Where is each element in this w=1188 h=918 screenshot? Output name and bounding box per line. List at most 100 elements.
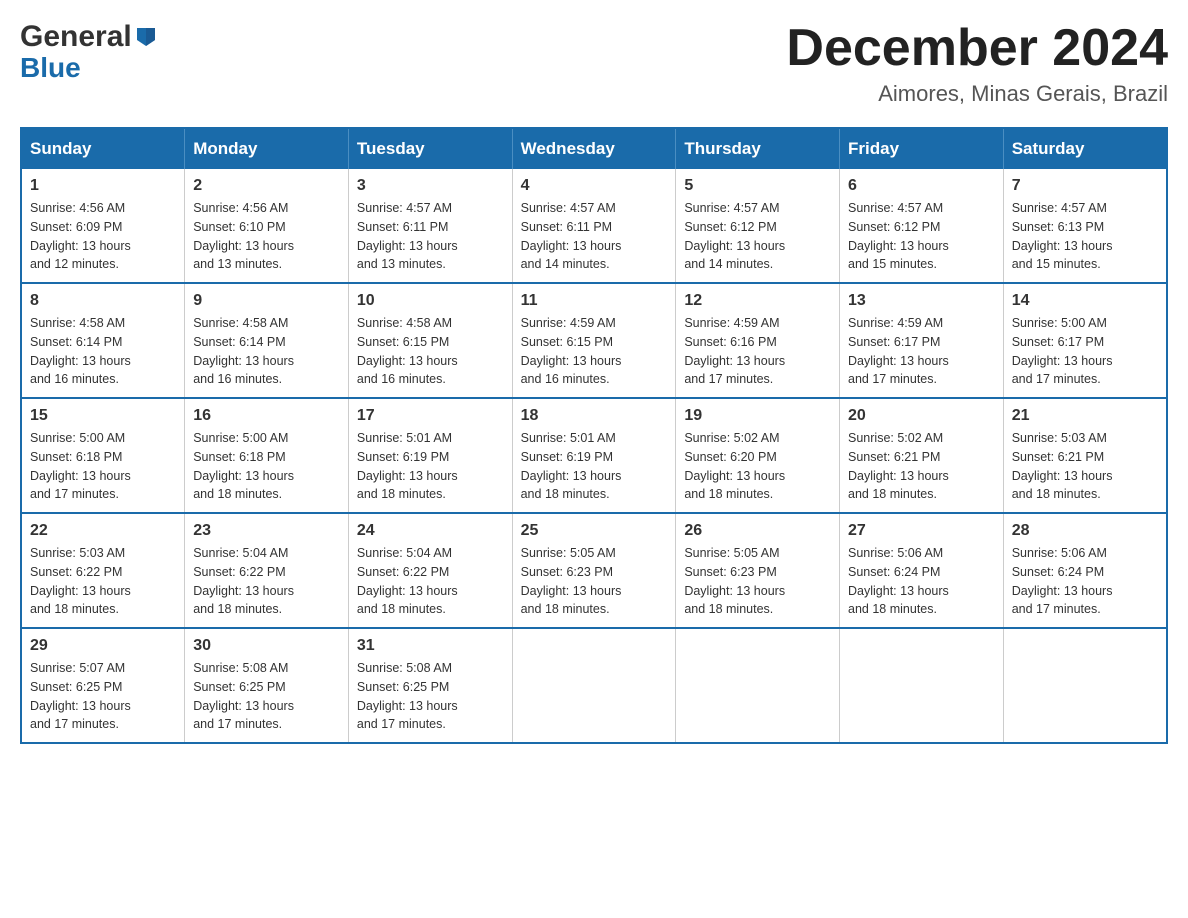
day-info: Sunrise: 5:00 AMSunset: 6:18 PMDaylight:… [30,429,176,504]
day-info: Sunrise: 5:06 AMSunset: 6:24 PMDaylight:… [848,544,995,619]
calendar-header-thursday: Thursday [676,128,840,169]
calendar-cell: 5 Sunrise: 4:57 AMSunset: 6:12 PMDaylight… [676,169,840,283]
day-info: Sunrise: 5:04 AMSunset: 6:22 PMDaylight:… [357,544,504,619]
calendar-cell: 9Sunrise: 4:58 AMSunset: 6:14 PMDaylight… [185,283,349,398]
day-number: 28 [1012,522,1158,540]
calendar-cell: 6 Sunrise: 4:57 AMSunset: 6:12 PMDaylight… [840,169,1004,283]
day-info: Sunrise: 4:58 AMSunset: 6:15 PMDaylight:… [357,314,504,389]
day-number: 6 [848,177,995,195]
day-number: 20 [848,407,995,425]
calendar-header-monday: Monday [185,128,349,169]
calendar-cell: 28 Sunrise: 5:06 AMSunset: 6:24 PMDayligh… [1003,513,1167,628]
day-number: 2 [193,177,340,195]
day-number: 12 [684,292,831,310]
calendar-cell [676,628,840,743]
day-number: 14 [1012,292,1158,310]
calendar-cell: 11 Sunrise: 4:59 AMSunset: 6:15 PMDayligh… [512,283,676,398]
calendar-cell: 18 Sunrise: 5:01 AMSunset: 6:19 PMDayligh… [512,398,676,513]
day-info: Sunrise: 4:59 AMSunset: 6:17 PMDaylight:… [848,314,995,389]
calendar-cell: 12 Sunrise: 4:59 AMSunset: 6:16 PMDayligh… [676,283,840,398]
day-number: 8 [30,292,176,310]
logo-blue-text: Blue [20,52,81,83]
calendar-cell: 8Sunrise: 4:58 AMSunset: 6:14 PMDaylight… [21,283,185,398]
day-info: Sunrise: 5:00 AMSunset: 6:17 PMDaylight:… [1012,314,1158,389]
calendar-cell: 27Sunrise: 5:06 AMSunset: 6:24 PMDayligh… [840,513,1004,628]
calendar-cell: 3Sunrise: 4:57 AMSunset: 6:11 PMDaylight… [348,169,512,283]
calendar-cell: 31 Sunrise: 5:08 AMSunset: 6:25 PMDayligh… [348,628,512,743]
calendar-week-5: 29 Sunrise: 5:07 AMSunset: 6:25 PMDayligh… [21,628,1167,743]
day-info: Sunrise: 4:59 AMSunset: 6:16 PMDaylight:… [684,314,831,389]
day-info: Sunrise: 5:03 AMSunset: 6:21 PMDaylight:… [1012,429,1158,504]
day-number: 4 [521,177,668,195]
day-number: 9 [193,292,340,310]
calendar-cell: 26Sunrise: 5:05 AMSunset: 6:23 PMDayligh… [676,513,840,628]
day-info: Sunrise: 4:57 AMSunset: 6:11 PMDaylight:… [521,199,668,274]
calendar-header-sunday: Sunday [21,128,185,169]
calendar-cell: 15 Sunrise: 5:00 AMSunset: 6:18 PMDayligh… [21,398,185,513]
day-info: Sunrise: 5:01 AMSunset: 6:19 PMDaylight:… [357,429,504,504]
calendar-cell: 10Sunrise: 4:58 AMSunset: 6:15 PMDayligh… [348,283,512,398]
title-section: December 2024 Aimores, Minas Gerais, Bra… [786,20,1168,107]
calendar-cell: 13 Sunrise: 4:59 AMSunset: 6:17 PMDayligh… [840,283,1004,398]
calendar-cell [512,628,676,743]
calendar-cell: 16 Sunrise: 5:00 AMSunset: 6:18 PMDayligh… [185,398,349,513]
day-number: 29 [30,637,176,655]
calendar-cell: 24 Sunrise: 5:04 AMSunset: 6:22 PMDayligh… [348,513,512,628]
calendar-cell [840,628,1004,743]
day-number: 15 [30,407,176,425]
calendar-header-tuesday: Tuesday [348,128,512,169]
calendar-cell [1003,628,1167,743]
calendar-week-4: 22Sunrise: 5:03 AMSunset: 6:22 PMDayligh… [21,513,1167,628]
day-info: Sunrise: 5:00 AMSunset: 6:18 PMDaylight:… [193,429,340,504]
day-info: Sunrise: 4:57 AMSunset: 6:12 PMDaylight:… [848,199,995,274]
day-number: 23 [193,522,340,540]
day-info: Sunrise: 5:02 AMSunset: 6:20 PMDaylight:… [684,429,831,504]
day-info: Sunrise: 4:56 AMSunset: 6:09 PMDaylight:… [30,199,176,274]
day-number: 13 [848,292,995,310]
day-info: Sunrise: 5:05 AMSunset: 6:23 PMDaylight:… [684,544,831,619]
day-info: Sunrise: 4:59 AMSunset: 6:15 PMDaylight:… [521,314,668,389]
calendar-cell: 22Sunrise: 5:03 AMSunset: 6:22 PMDayligh… [21,513,185,628]
day-number: 21 [1012,407,1158,425]
day-number: 19 [684,407,831,425]
day-number: 18 [521,407,668,425]
day-info: Sunrise: 5:05 AMSunset: 6:23 PMDaylight:… [521,544,668,619]
day-number: 11 [521,292,668,310]
calendar-cell: 25Sunrise: 5:05 AMSunset: 6:23 PMDayligh… [512,513,676,628]
day-number: 5 [684,177,831,195]
calendar-cell: 21 Sunrise: 5:03 AMSunset: 6:21 PMDayligh… [1003,398,1167,513]
calendar-header-wednesday: Wednesday [512,128,676,169]
calendar-cell: 1 Sunrise: 4:56 AMSunset: 6:09 PMDaylight… [21,169,185,283]
calendar-cell: 7Sunrise: 4:57 AMSunset: 6:13 PMDaylight… [1003,169,1167,283]
calendar-cell: 20 Sunrise: 5:02 AMSunset: 6:21 PMDayligh… [840,398,1004,513]
day-info: Sunrise: 5:03 AMSunset: 6:22 PMDaylight:… [30,544,176,619]
day-info: Sunrise: 5:01 AMSunset: 6:19 PMDaylight:… [521,429,668,504]
day-number: 1 [30,177,176,195]
day-number: 31 [357,637,504,655]
day-number: 17 [357,407,504,425]
calendar-cell: 19 Sunrise: 5:02 AMSunset: 6:20 PMDayligh… [676,398,840,513]
calendar-header-row: SundayMondayTuesdayWednesdayThursdayFrid… [21,128,1167,169]
day-info: Sunrise: 4:57 AMSunset: 6:13 PMDaylight:… [1012,199,1158,274]
day-info: Sunrise: 5:08 AMSunset: 6:25 PMDaylight:… [357,659,504,734]
page-header: General Blue December 2024 Aimores, Mina… [20,20,1168,107]
calendar-header-saturday: Saturday [1003,128,1167,169]
day-info: Sunrise: 5:04 AMSunset: 6:22 PMDaylight:… [193,544,340,619]
calendar-cell: 17 Sunrise: 5:01 AMSunset: 6:19 PMDayligh… [348,398,512,513]
calendar-week-3: 15 Sunrise: 5:00 AMSunset: 6:18 PMDayligh… [21,398,1167,513]
day-info: Sunrise: 5:07 AMSunset: 6:25 PMDaylight:… [30,659,176,734]
location-text: Aimores, Minas Gerais, Brazil [786,81,1168,107]
logo: General Blue [20,20,157,82]
calendar-cell: 30Sunrise: 5:08 AMSunset: 6:25 PMDayligh… [185,628,349,743]
calendar-week-2: 8Sunrise: 4:58 AMSunset: 6:14 PMDaylight… [21,283,1167,398]
day-number: 24 [357,522,504,540]
calendar-cell: 29 Sunrise: 5:07 AMSunset: 6:25 PMDayligh… [21,628,185,743]
day-info: Sunrise: 5:06 AMSunset: 6:24 PMDaylight:… [1012,544,1158,619]
day-info: Sunrise: 4:57 AMSunset: 6:12 PMDaylight:… [684,199,831,274]
day-info: Sunrise: 5:02 AMSunset: 6:21 PMDaylight:… [848,429,995,504]
calendar-cell: 14 Sunrise: 5:00 AMSunset: 6:17 PMDayligh… [1003,283,1167,398]
calendar-header-friday: Friday [840,128,1004,169]
day-number: 16 [193,407,340,425]
calendar-week-1: 1 Sunrise: 4:56 AMSunset: 6:09 PMDaylight… [21,169,1167,283]
day-info: Sunrise: 4:56 AMSunset: 6:10 PMDaylight:… [193,199,340,274]
